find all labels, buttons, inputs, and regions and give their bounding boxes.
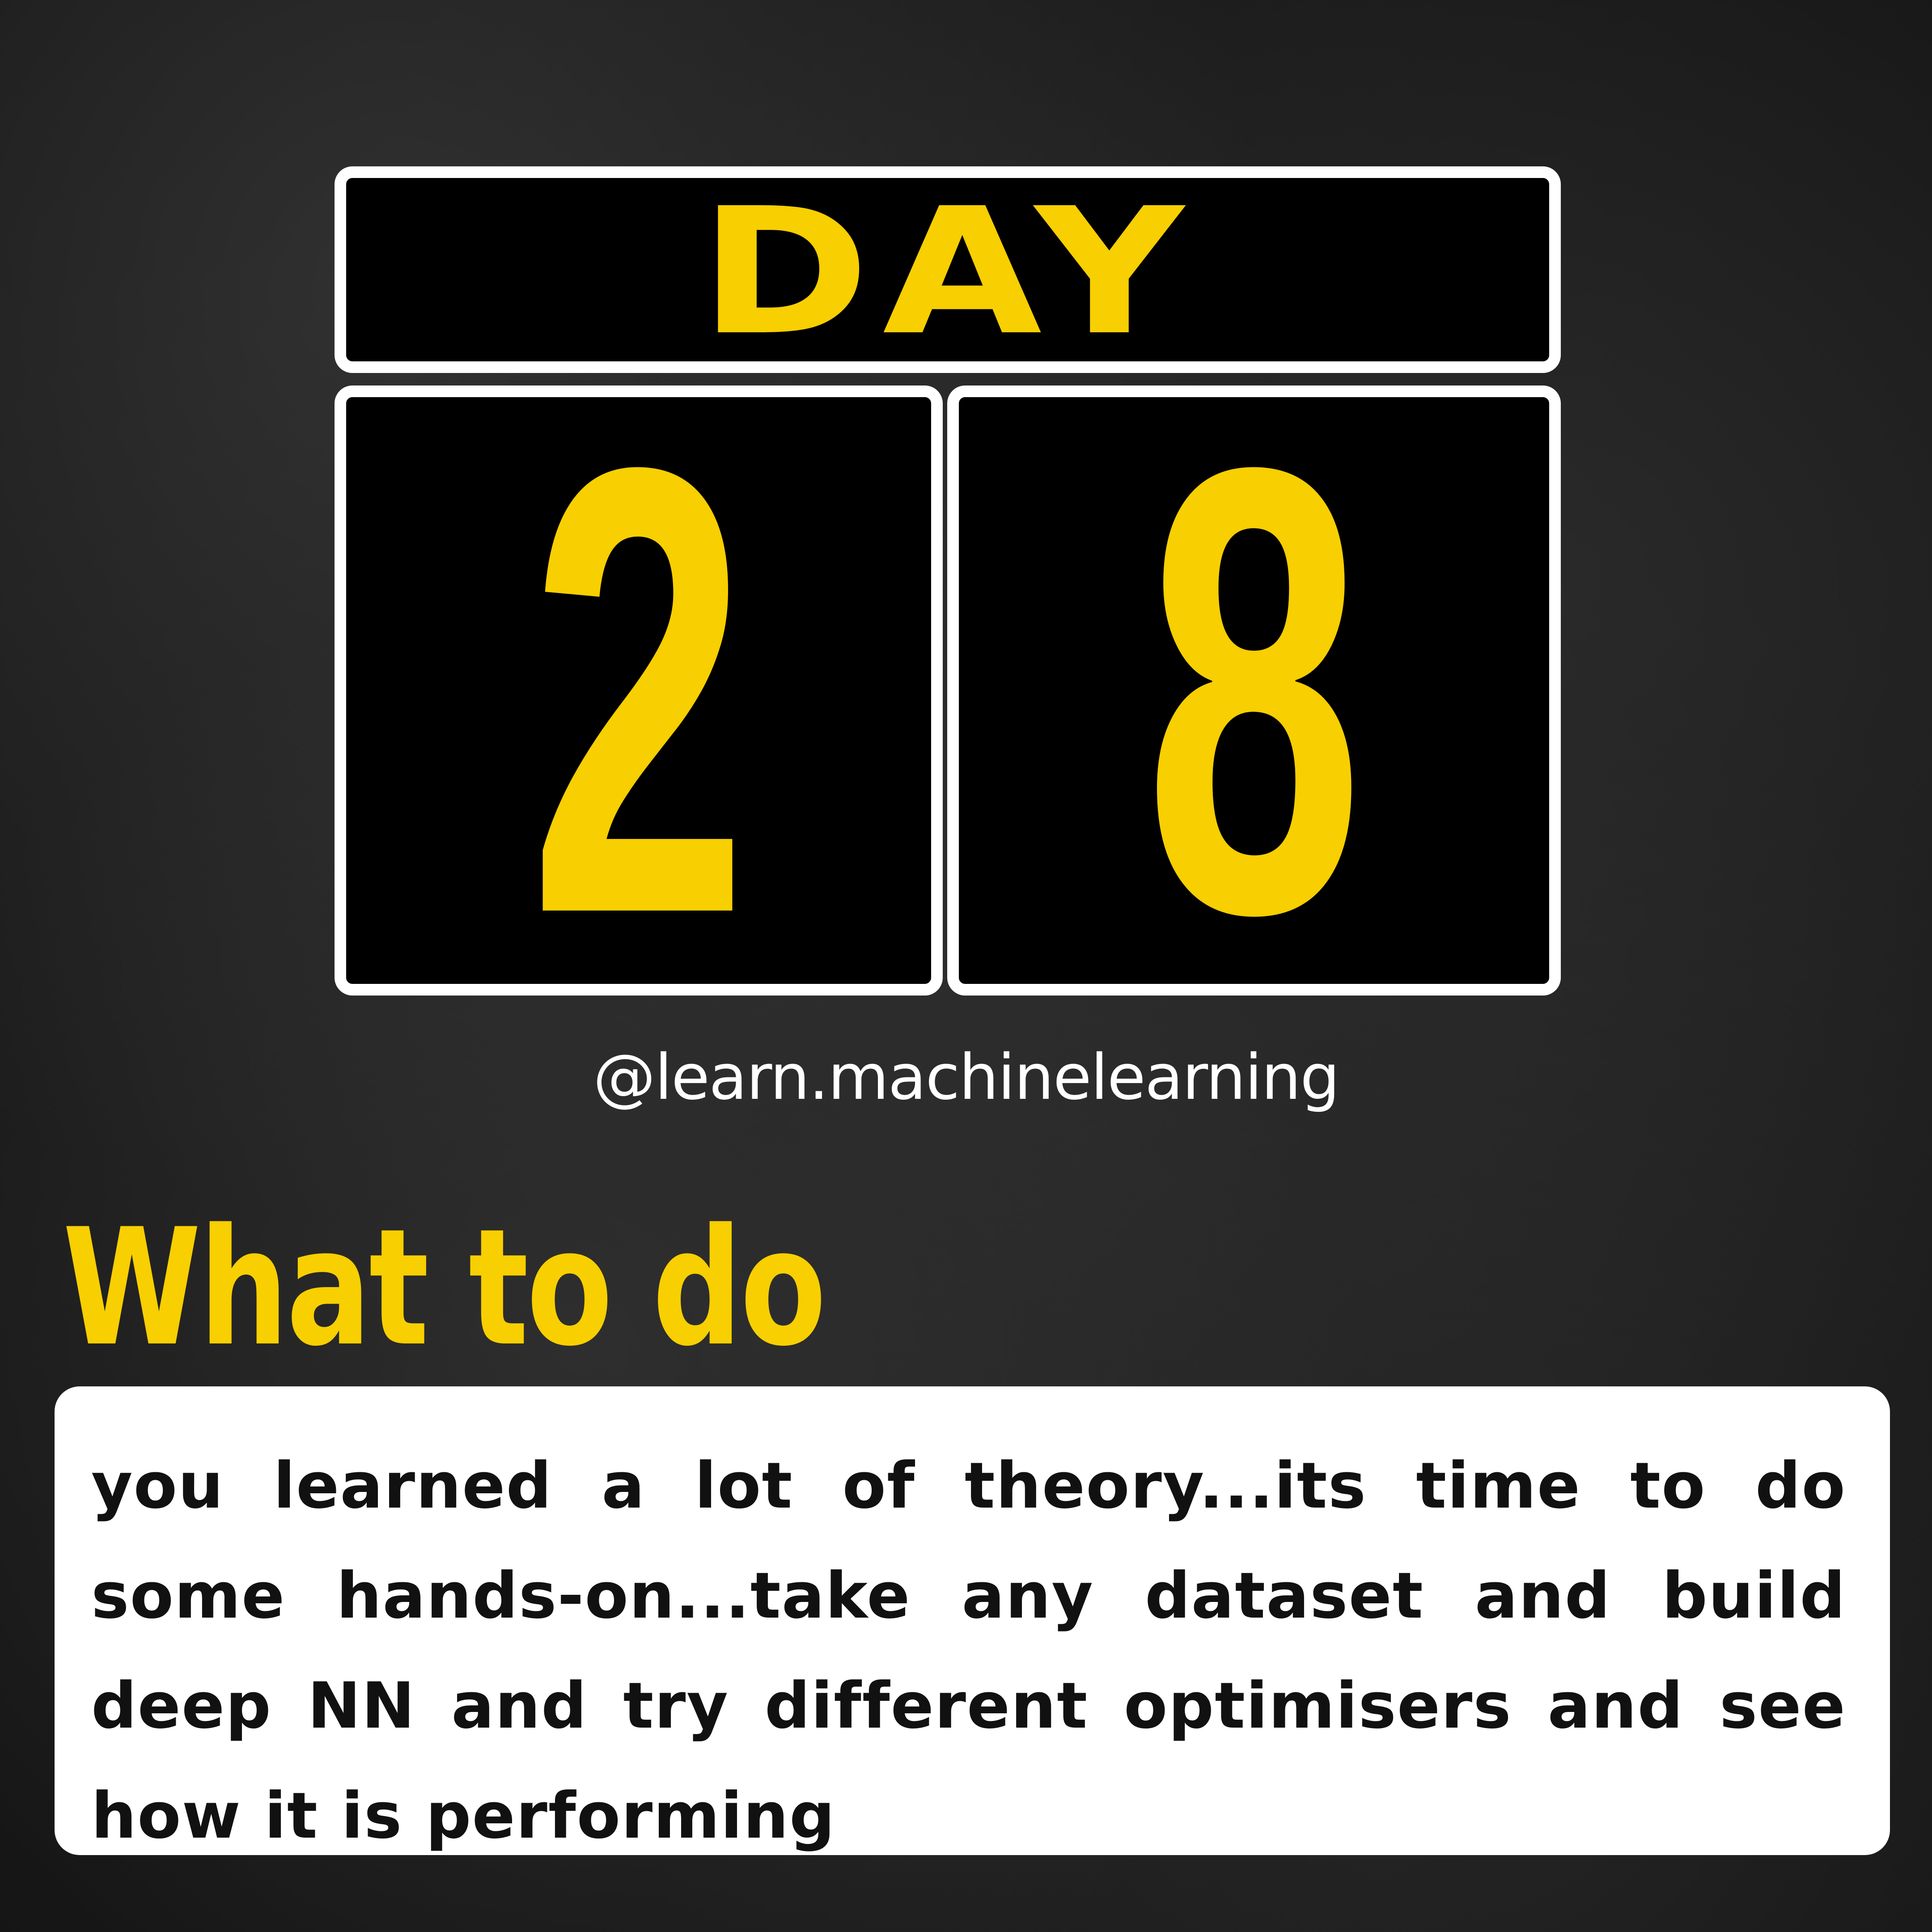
instruction-text: you learned a lot of theory...its time t… [91, 1449, 1846, 1853]
section-heading: What to do [63, 1194, 826, 1381]
instruction-box: you learned a lot of theory...its time t… [55, 1386, 1890, 1855]
day-digit-tens: 2 [529, 336, 748, 1045]
account-handle: @learn.machinelearning [593, 1041, 1340, 1114]
day-label: DAY [699, 170, 1197, 373]
day-label-card: DAY [335, 166, 1561, 373]
day-digit-card-ones: 8 [947, 373, 1561, 1008]
day-digit-ones: 8 [1144, 336, 1364, 1045]
day-digit-card-tens: 2 [335, 373, 943, 1008]
